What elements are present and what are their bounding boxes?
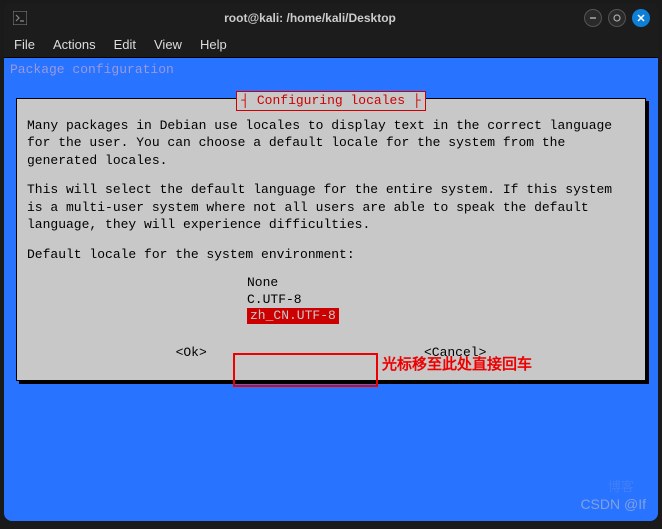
window-controls xyxy=(584,9,650,27)
package-config-header: Package configuration xyxy=(8,60,654,84)
annotation-hint: 光标移至此处直接回车 xyxy=(382,356,532,374)
titlebar: root@kali: /home/kali/Desktop xyxy=(4,4,658,32)
dialog-title-text: Configuring locales xyxy=(257,93,405,108)
window-title: root@kali: /home/kali/Desktop xyxy=(36,11,584,25)
terminal-area: Package configuration ┤ Configuring loca… xyxy=(4,58,658,521)
locale-list[interactable]: None C.UTF-8 zh_CN.UTF-8 xyxy=(247,275,635,324)
ok-button[interactable]: <Ok> xyxy=(176,344,207,362)
minimize-button[interactable] xyxy=(584,9,602,27)
locale-option-cutf8[interactable]: C.UTF-8 xyxy=(247,292,635,308)
menu-file[interactable]: File xyxy=(14,37,35,52)
dialog-prompt: Default locale for the system environmen… xyxy=(27,246,635,264)
menu-actions[interactable]: Actions xyxy=(53,37,96,52)
watermark: CSDN @If xyxy=(580,496,646,513)
terminal-icon xyxy=(12,10,28,26)
maximize-button[interactable] xyxy=(608,9,626,27)
terminal-window: root@kali: /home/kali/Desktop File Actio… xyxy=(4,4,658,521)
locale-option-none[interactable]: None xyxy=(247,275,635,291)
dialog-para1: Many packages in Debian use locales to d… xyxy=(27,117,635,170)
dialog-body: Many packages in Debian use locales to d… xyxy=(27,117,635,362)
menu-edit[interactable]: Edit xyxy=(114,37,136,52)
watermark-faint: 博客 xyxy=(608,479,634,495)
menu-help[interactable]: Help xyxy=(200,37,227,52)
locale-option-zhcn[interactable]: zh_CN.UTF-8 xyxy=(247,308,339,324)
close-button[interactable] xyxy=(632,9,650,27)
dialog-para2: This will select the default language fo… xyxy=(27,181,635,234)
dialog-title: ┤ Configuring locales ├ xyxy=(236,91,425,111)
menubar: File Actions Edit View Help xyxy=(4,32,658,58)
menu-view[interactable]: View xyxy=(154,37,182,52)
locales-dialog: ┤ Configuring locales ├ Many packages in… xyxy=(16,98,646,381)
